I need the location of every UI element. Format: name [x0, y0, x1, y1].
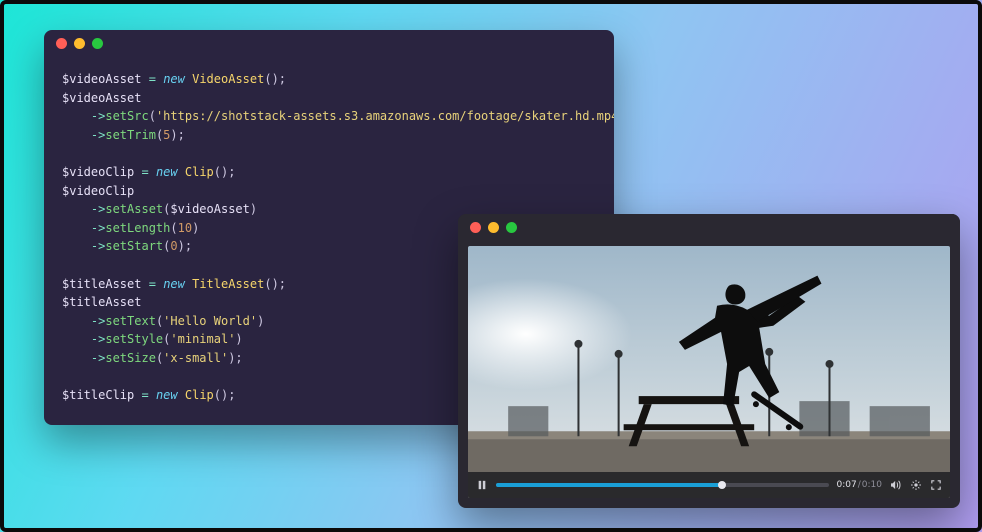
code-token: setTrim	[105, 128, 156, 142]
video-player-window: 0:07/0:10	[458, 214, 960, 508]
code-token: new	[156, 388, 178, 402]
code-token: setSize	[105, 351, 156, 365]
code-token: 'https://shotstack-assets.s3.amazonaws.c…	[156, 109, 614, 123]
code-token: new	[156, 165, 178, 179]
maximize-icon[interactable]	[92, 38, 103, 49]
code-token: 10	[178, 221, 192, 235]
code-token: TitleAsset	[192, 277, 264, 291]
video-window-titlebar	[458, 214, 960, 240]
settings-icon[interactable]	[910, 479, 922, 491]
progress-knob[interactable]	[718, 481, 726, 489]
code-token: Clip	[185, 388, 214, 402]
code-token: 'x-small'	[163, 351, 228, 365]
code-window-titlebar	[44, 30, 614, 56]
code-token: $titleClip	[62, 388, 134, 402]
code-token: setLength	[105, 221, 170, 235]
code-token: new	[163, 277, 185, 291]
code-token: =	[149, 72, 156, 86]
code-token: setStart	[105, 239, 163, 253]
time-elapsed: 0:07	[837, 480, 857, 490]
close-icon[interactable]	[470, 222, 481, 233]
code-token: new	[163, 72, 185, 86]
minimize-icon[interactable]	[74, 38, 85, 49]
code-token: $videoAsset	[62, 72, 141, 86]
time-display: 0:07/0:10	[837, 480, 882, 490]
code-token: 'minimal'	[170, 332, 235, 346]
code-token: $titleAsset	[62, 277, 141, 291]
code-token: setAsset	[105, 202, 163, 216]
code-token: $titleAsset	[62, 295, 141, 309]
code-token: VideoAsset	[192, 72, 264, 86]
volume-icon[interactable]	[890, 479, 902, 491]
progress-fill	[496, 483, 722, 487]
code-token: $videoClip	[62, 165, 134, 179]
code-token: =	[141, 388, 148, 402]
video-thumbnail	[468, 246, 950, 498]
pause-icon[interactable]	[476, 479, 488, 491]
code-token: =	[149, 277, 156, 291]
code-token: 0	[170, 239, 177, 253]
code-token: $videoAsset	[170, 202, 249, 216]
progress-track[interactable]	[496, 483, 829, 487]
video-frame[interactable]: 0:07/0:10	[468, 246, 950, 498]
close-icon[interactable]	[56, 38, 67, 49]
code-token: =	[141, 165, 148, 179]
code-token: $videoClip	[62, 184, 134, 198]
code-token: setStyle	[105, 332, 163, 346]
code-token: setText	[105, 314, 156, 328]
time-total: 0:10	[862, 480, 882, 490]
fullscreen-icon[interactable]	[930, 479, 942, 491]
code-token: 'Hello World'	[163, 314, 257, 328]
code-token: setSrc	[105, 109, 148, 123]
maximize-icon[interactable]	[506, 222, 517, 233]
video-controls: 0:07/0:10	[468, 472, 950, 498]
code-token: Clip	[185, 165, 214, 179]
minimize-icon[interactable]	[488, 222, 499, 233]
code-token: $videoAsset	[62, 91, 141, 105]
